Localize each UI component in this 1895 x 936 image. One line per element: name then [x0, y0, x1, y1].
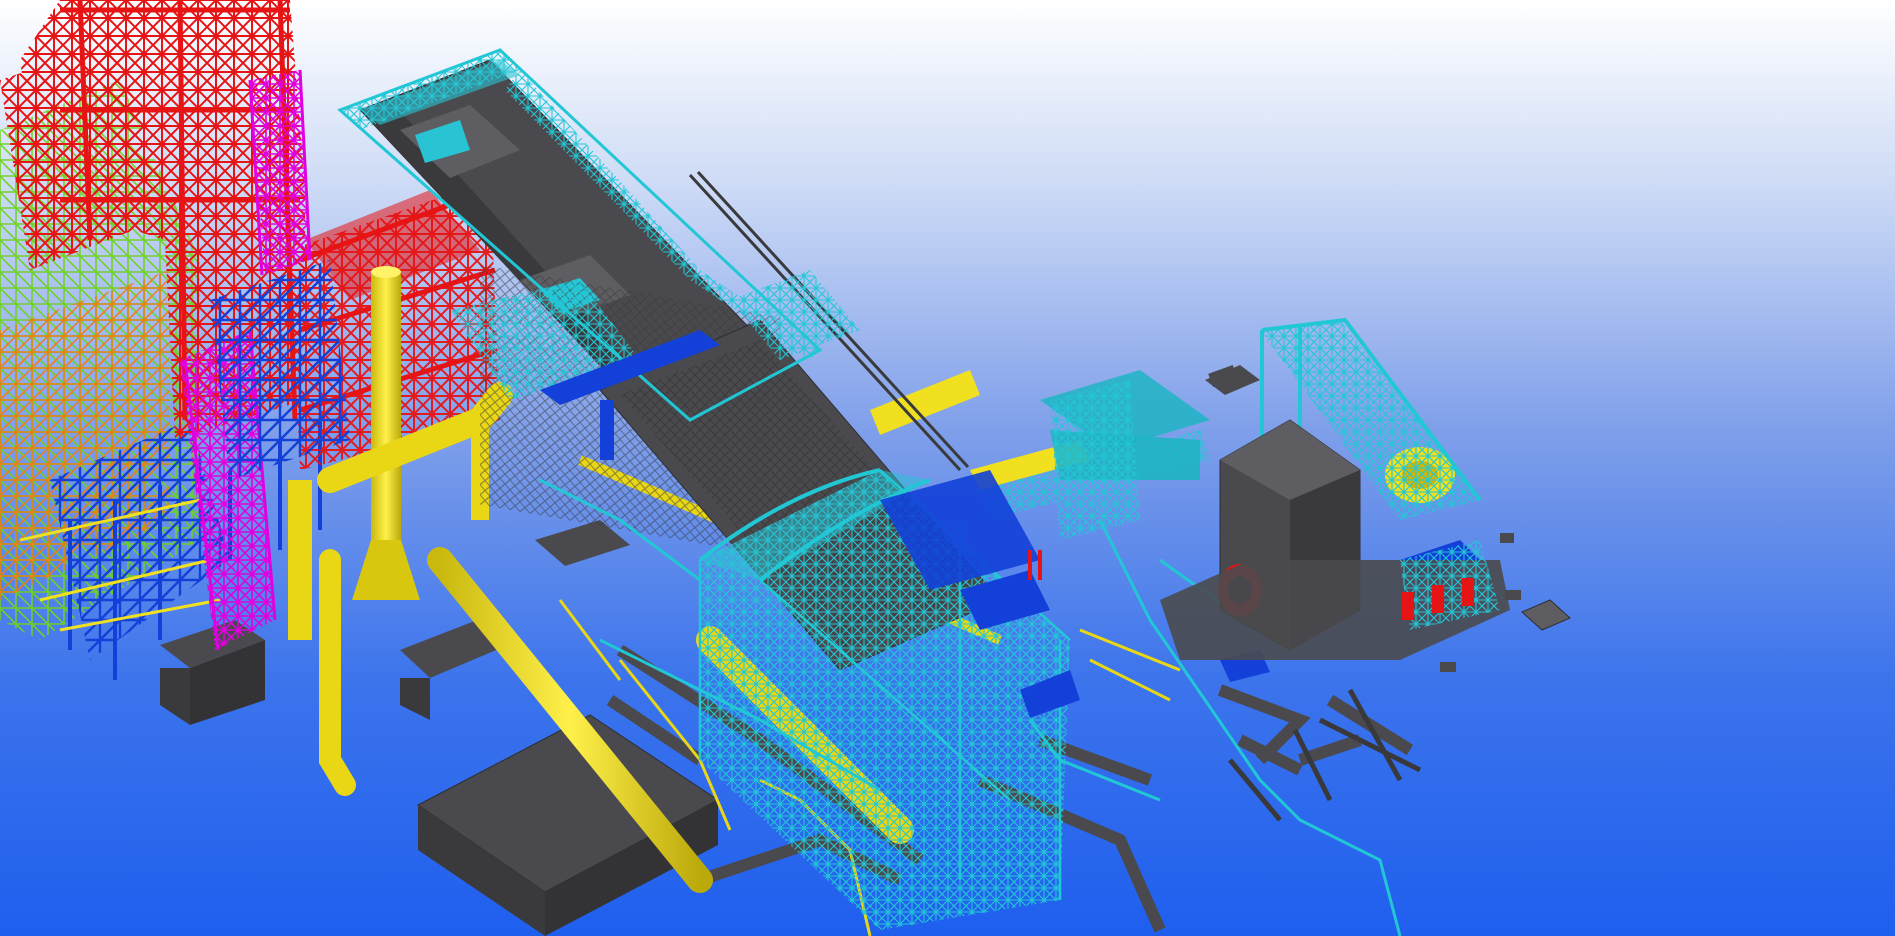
- model-scene[interactable]: [0, 0, 1895, 936]
- 3d-model-viewport[interactable]: [0, 0, 1895, 936]
